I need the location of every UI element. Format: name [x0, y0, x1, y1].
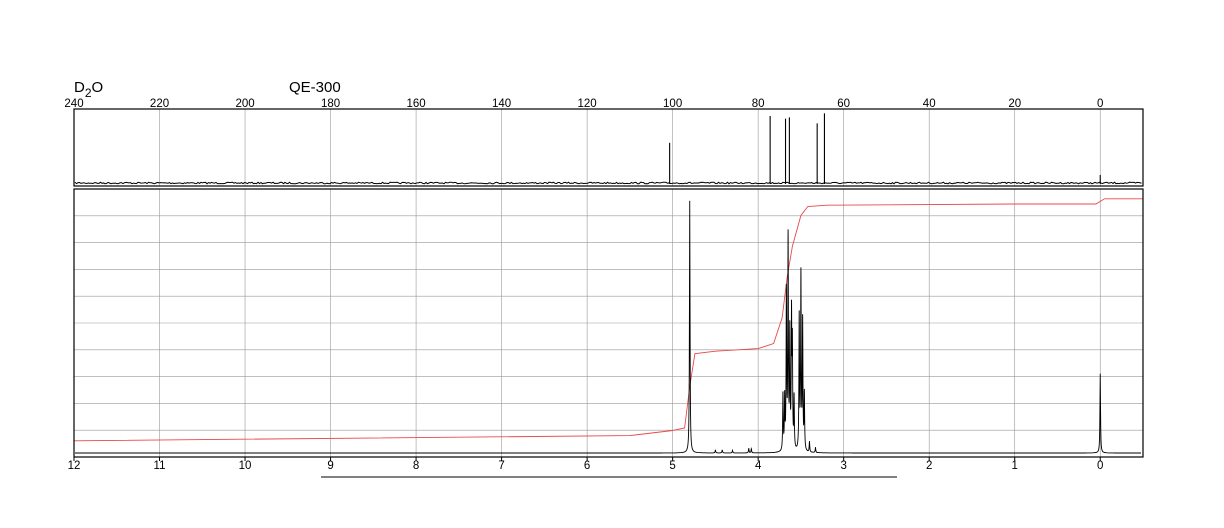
h1-spectrum-trace — [75, 200, 1141, 454]
solvent-label: D2O — [74, 79, 103, 100]
c13-tick-label: 120 — [578, 98, 597, 110]
c13-tick-label: 140 — [492, 98, 511, 110]
h1-tick-label: 8 — [413, 460, 419, 472]
h1-tick-label: 11 — [154, 460, 166, 472]
c13-tick-label: 60 — [837, 98, 850, 110]
c13-tick-label: 240 — [64, 98, 83, 110]
c13-peaks — [669, 113, 1101, 184]
h1-integral-curve — [73, 198, 1143, 442]
c13-tick-labels: 240 220 200 180 160 140 120 100 80 60 40 20 0 — [64, 98, 1103, 110]
h1-tick-label: 4 — [755, 460, 762, 472]
c13-tick-label: 100 — [663, 98, 682, 110]
h1-tick-label: 9 — [327, 460, 333, 472]
instrument-label: QE-300 — [289, 79, 341, 96]
h1-tick-label: 0 — [1097, 460, 1103, 472]
h1-tick-labels: 12 11 10 9 8 7 6 5 4 3 2 1 0 — [68, 457, 1103, 472]
h1-tick-label: 5 — [669, 460, 675, 472]
c13-tick-label: 40 — [923, 98, 936, 110]
h1-tick-label: 6 — [584, 460, 590, 472]
c13-tick-label: 0 — [1097, 98, 1103, 110]
h1-tick-label: 10 — [239, 460, 252, 472]
c13-tick-label: 80 — [752, 98, 765, 110]
c13-tick-label: 200 — [235, 98, 254, 110]
h1-tick-label: 3 — [840, 460, 846, 472]
c13-tick-label: 160 — [406, 98, 425, 110]
c13-gridlines — [159, 109, 1101, 186]
c13-tick-label: 20 — [1008, 98, 1021, 110]
c13-frame — [73, 108, 1144, 187]
h1-tick-label: 2 — [926, 460, 932, 472]
nmr-spectrum-figure: D2O QE-300 240 220 200 180 160 140 120 100 80 60 4… — [64, 79, 1144, 478]
h1-spectrum-panel: 12 11 10 9 8 7 6 5 4 3 2 1 0 — [68, 188, 1144, 472]
c13-tick-label: 180 — [321, 98, 340, 110]
solvent-tail: O — [92, 79, 104, 96]
h1-tick-label: 12 — [68, 460, 81, 472]
c13-baseline-trace — [74, 181, 1142, 185]
h1-gridlines — [74, 189, 1143, 457]
h1-tick-label: 7 — [498, 460, 504, 472]
c13-tick-label: 220 — [150, 98, 169, 110]
h1-tick-label: 1 — [1012, 460, 1018, 472]
solvent-base: D — [74, 79, 85, 96]
c13-spectrum-panel: 240 220 200 180 160 140 120 100 80 60 40 20 0 — [64, 98, 1144, 187]
